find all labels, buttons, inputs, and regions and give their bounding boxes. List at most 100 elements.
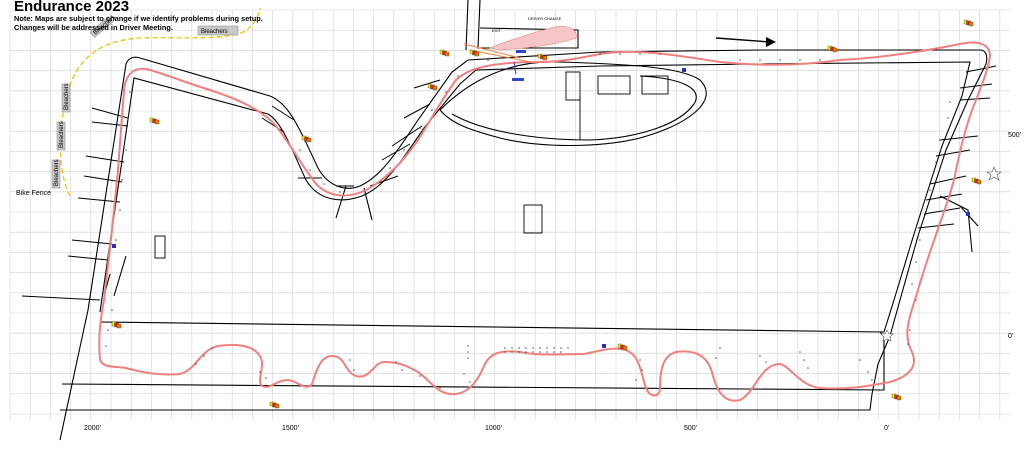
cone <box>115 239 117 241</box>
x-axis-label-500: 500' <box>684 425 697 432</box>
cone <box>567 347 569 349</box>
cone <box>553 351 555 353</box>
cone <box>949 101 951 103</box>
cone <box>469 381 471 383</box>
cone <box>504 351 506 353</box>
cone <box>339 191 341 193</box>
cone <box>915 261 917 263</box>
cone <box>639 53 641 55</box>
cone <box>759 59 761 61</box>
cone <box>518 351 520 353</box>
bleachers-group: Bleachers Bleachers Bleachers Bleachers … <box>16 15 239 197</box>
cone <box>463 373 465 375</box>
cone <box>803 359 805 361</box>
blue-flag-icon <box>682 68 686 72</box>
cone <box>419 375 421 377</box>
flag <box>474 51 480 57</box>
cone <box>125 149 127 151</box>
map-note: Note: Maps are subject to change if we i… <box>14 14 263 32</box>
cone <box>439 387 441 389</box>
cone <box>467 345 469 347</box>
flag-stations <box>111 19 982 409</box>
cone <box>403 149 405 151</box>
x-axis-label-0: 0' <box>884 425 889 432</box>
cone <box>121 179 123 181</box>
flag <box>896 395 902 401</box>
map-note-line2: Changes will be addressed in Driver Meet… <box>14 23 173 32</box>
y-axis-label-500: 500' <box>1008 132 1021 139</box>
cone <box>265 377 267 379</box>
blue-flag-icon <box>602 344 606 348</box>
flag <box>274 403 280 409</box>
course-line <box>98 41 992 402</box>
cone <box>807 367 809 369</box>
cone <box>518 347 520 349</box>
flag-station-icon <box>427 83 438 91</box>
bleachers-label: Bleachers <box>59 121 65 148</box>
cone <box>539 347 541 349</box>
bleachers-label: Bleachers <box>64 83 70 110</box>
driver-change-label: DRIVER CHANGE <box>528 16 562 21</box>
cone <box>467 351 469 353</box>
direction-arrow <box>715 37 776 47</box>
flag <box>976 179 982 185</box>
cone <box>105 345 107 347</box>
cone <box>719 347 721 349</box>
y-axis-label-0: 0' <box>1008 333 1013 340</box>
cone <box>911 283 913 285</box>
cone <box>599 53 601 55</box>
flag <box>154 119 160 125</box>
cone <box>487 59 489 61</box>
cone <box>619 53 621 55</box>
cone <box>353 369 355 371</box>
cone <box>739 59 741 61</box>
cone <box>445 91 447 93</box>
cone <box>935 161 937 163</box>
cone <box>635 379 637 381</box>
star-icon <box>986 166 1002 181</box>
cone <box>431 109 433 111</box>
cone <box>859 359 861 361</box>
cone <box>127 117 129 119</box>
bike-fence-label: Bike Fence <box>16 190 51 197</box>
cone <box>919 239 921 241</box>
flag-station-icon <box>469 49 480 57</box>
cone <box>419 127 421 129</box>
cone <box>639 359 641 361</box>
cone <box>939 139 941 141</box>
cone <box>111 309 113 311</box>
grid <box>9 9 1010 420</box>
endurance-course-map: Bleachers Bleachers Bleachers Bleachers … <box>9 0 1021 441</box>
cone <box>715 357 717 359</box>
cone <box>532 347 534 349</box>
flag-station-icon <box>111 321 122 329</box>
parking-lines <box>21 65 997 301</box>
cone <box>560 351 562 353</box>
cone <box>119 209 121 211</box>
cone <box>349 359 351 361</box>
cone <box>259 371 261 373</box>
flag <box>832 47 838 53</box>
cone <box>915 299 917 301</box>
cone <box>871 379 873 381</box>
bleachers-fence <box>59 7 261 197</box>
flag-station-icon <box>301 135 312 143</box>
flag <box>432 85 438 91</box>
cone <box>511 351 513 353</box>
cone <box>925 213 927 215</box>
cone <box>947 117 949 119</box>
pavement-edges <box>59 0 988 441</box>
cone <box>511 347 513 349</box>
cone <box>395 361 397 363</box>
flag-station-icon <box>269 401 280 409</box>
blue-flag-icon <box>112 244 116 248</box>
cone <box>799 351 801 353</box>
flag <box>542 55 548 61</box>
cone <box>401 369 403 371</box>
bleachers-label: Bleachers <box>54 159 60 186</box>
flag-station-icon <box>827 45 838 53</box>
cone <box>195 363 197 365</box>
cone <box>299 385 301 387</box>
cone <box>309 169 311 171</box>
cone <box>907 343 909 345</box>
